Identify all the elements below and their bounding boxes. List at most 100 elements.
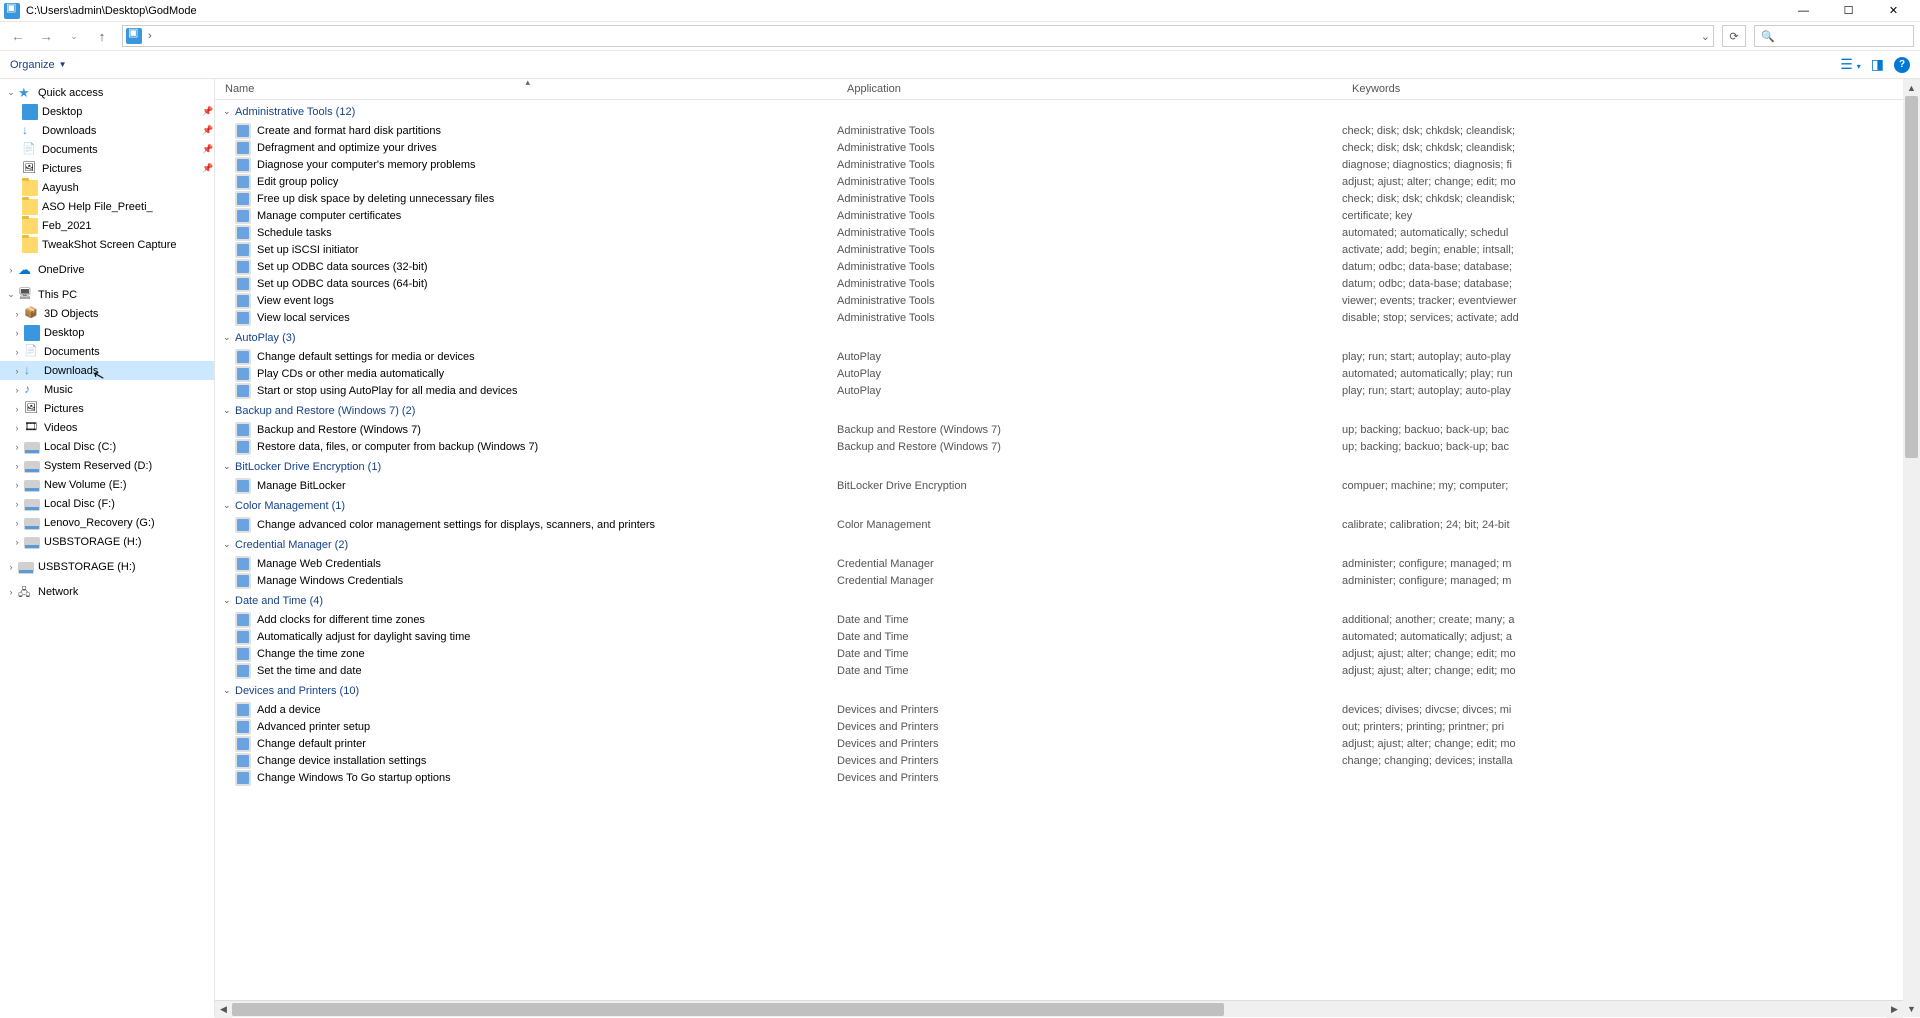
list-item[interactable]: Change default settings for media or dev… xyxy=(215,348,1903,365)
scroll-thumb[interactable] xyxy=(1905,96,1918,458)
expand-icon[interactable]: › xyxy=(10,518,24,528)
expand-icon[interactable]: › xyxy=(10,480,24,490)
tree-item[interactable]: ›New Volume (E:) xyxy=(0,475,214,494)
address-bar[interactable]: › ⌄ xyxy=(122,25,1714,47)
tree-item[interactable]: Feb_2021 xyxy=(0,216,214,235)
expand-icon[interactable]: › xyxy=(10,442,24,452)
tree-item[interactable]: Aayush xyxy=(0,178,214,197)
group-header[interactable]: ⌄Devices and Printers (10) xyxy=(215,680,1903,701)
tree-item[interactable]: ›Lenovo_Recovery (G:) xyxy=(0,513,214,532)
expand-icon[interactable]: ⌄ xyxy=(4,289,18,300)
scroll-left-button[interactable]: ◀ xyxy=(215,1001,232,1018)
tree-network[interactable]: › Network xyxy=(0,582,214,601)
group-header[interactable]: ⌄Color Management (1) xyxy=(215,495,1903,516)
list-item[interactable]: Change advanced color management setting… xyxy=(215,516,1903,533)
tree-item[interactable]: ›Pictures xyxy=(0,399,214,418)
expand-icon[interactable]: › xyxy=(10,404,24,414)
list-item[interactable]: View event logsAdministrative Toolsviewe… xyxy=(215,292,1903,309)
expand-icon[interactable]: › xyxy=(10,309,24,319)
tree-this-pc[interactable]: ⌄ This PC xyxy=(0,285,214,304)
organize-button[interactable]: Organize ▼ xyxy=(10,59,67,71)
list-item[interactable]: Set the time and dateDate and Timeadjust… xyxy=(215,662,1903,679)
tree-usb[interactable]: › USBSTORAGE (H:) xyxy=(0,557,214,576)
list-item[interactable]: Free up disk space by deleting unnecessa… xyxy=(215,190,1903,207)
scroll-down-button[interactable]: ▼ xyxy=(1903,1000,1920,1017)
list-item[interactable]: Change Windows To Go startup optionsDevi… xyxy=(215,769,1903,786)
list-item[interactable]: View local servicesAdministrative Toolsd… xyxy=(215,309,1903,326)
nav-back-button[interactable]: ← xyxy=(6,24,30,48)
list-item[interactable]: Change default printerDevices and Printe… xyxy=(215,735,1903,752)
expand-icon[interactable]: › xyxy=(10,347,24,357)
tree-item[interactable]: Documents📌 xyxy=(0,140,214,159)
expand-icon[interactable]: ⌄ xyxy=(4,87,18,98)
close-button[interactable]: ✕ xyxy=(1871,0,1916,22)
preview-pane-button[interactable]: ◨ xyxy=(1871,56,1884,73)
tree-item[interactable]: ›Desktop xyxy=(0,323,214,342)
list-item[interactable]: Diagnose your computer's memory problems… xyxy=(215,156,1903,173)
group-header[interactable]: ⌄BitLocker Drive Encryption (1) xyxy=(215,456,1903,477)
list-item[interactable]: Schedule tasksAdministrative Toolsautoma… xyxy=(215,224,1903,241)
expand-icon[interactable]: › xyxy=(4,265,18,275)
column-header-name[interactable]: ▴ Name xyxy=(215,83,837,95)
list-item[interactable]: Advanced printer setupDevices and Printe… xyxy=(215,718,1903,735)
expand-icon[interactable]: › xyxy=(4,562,18,572)
nav-up-button[interactable]: ↑ xyxy=(90,24,114,48)
tree-item[interactable]: ›Videos xyxy=(0,418,214,437)
list-item[interactable]: Backup and Restore (Windows 7)Backup and… xyxy=(215,421,1903,438)
group-header[interactable]: ⌄AutoPlay (3) xyxy=(215,327,1903,348)
tree-item[interactable]: ›3D Objects xyxy=(0,304,214,323)
list-item[interactable]: Change device installation settingsDevic… xyxy=(215,752,1903,769)
expand-icon[interactable]: › xyxy=(4,587,18,597)
tree-item[interactable]: ›Local Disc (C:) xyxy=(0,437,214,456)
minimize-button[interactable]: — xyxy=(1781,0,1826,22)
tree-quick-access[interactable]: ⌄ Quick access xyxy=(0,83,214,102)
refresh-button[interactable]: ⟳ xyxy=(1722,25,1746,47)
list-item[interactable]: Manage computer certificatesAdministrati… xyxy=(215,207,1903,224)
tree-item[interactable]: TweakShot Screen Capture xyxy=(0,235,214,254)
list-item[interactable]: Create and format hard disk partitionsAd… xyxy=(215,122,1903,139)
address-dropdown-icon[interactable]: ⌄ xyxy=(1701,30,1710,43)
group-header[interactable]: ⌄Administrative Tools (12) xyxy=(215,101,1903,122)
scroll-thumb[interactable] xyxy=(232,1003,1224,1016)
list-item[interactable]: Change the time zoneDate and Timeadjust;… xyxy=(215,645,1903,662)
column-header-keywords[interactable]: Keywords xyxy=(1342,83,1903,95)
list-item[interactable]: Manage Web CredentialsCredential Manager… xyxy=(215,555,1903,572)
list-item[interactable]: Edit group policyAdministrative Toolsadj… xyxy=(215,173,1903,190)
list-item[interactable]: Set up iSCSI initiatorAdministrative Too… xyxy=(215,241,1903,258)
navigation-tree[interactable]: ⌄ Quick access Desktop📌Downloads📌Documen… xyxy=(0,79,215,1017)
list-item[interactable]: Add clocks for different time zonesDate … xyxy=(215,611,1903,628)
expand-icon[interactable]: › xyxy=(10,385,24,395)
vertical-scrollbar[interactable]: ▲ ▼ xyxy=(1903,79,1920,1017)
group-header[interactable]: ⌄Backup and Restore (Windows 7) (2) xyxy=(215,400,1903,421)
scroll-track[interactable] xyxy=(232,1001,1886,1018)
group-header[interactable]: ⌄Date and Time (4) xyxy=(215,590,1903,611)
scroll-up-button[interactable]: ▲ xyxy=(1903,79,1920,96)
tree-item[interactable]: Downloads📌 xyxy=(0,121,214,140)
help-button[interactable]: ? xyxy=(1894,57,1910,73)
list-item[interactable]: Manage BitLockerBitLocker Drive Encrypti… xyxy=(215,477,1903,494)
tree-item[interactable]: ›USBSTORAGE (H:) xyxy=(0,532,214,551)
list-item[interactable]: Restore data, files, or computer from ba… xyxy=(215,438,1903,455)
horizontal-scrollbar[interactable]: ◀ ▶ xyxy=(215,1000,1903,1017)
list-item[interactable]: Set up ODBC data sources (32-bit)Adminis… xyxy=(215,258,1903,275)
column-header-application[interactable]: Application xyxy=(837,83,1342,95)
list-item[interactable]: Manage Windows CredentialsCredential Man… xyxy=(215,572,1903,589)
expand-icon[interactable]: › xyxy=(10,423,24,433)
tree-item[interactable]: ›Local Disc (F:) xyxy=(0,494,214,513)
tree-onedrive[interactable]: › OneDrive xyxy=(0,260,214,279)
scroll-right-button[interactable]: ▶ xyxy=(1886,1001,1903,1018)
tree-item[interactable]: ASO Help File_Preeti_ xyxy=(0,197,214,216)
item-list[interactable]: ⌄Administrative Tools (12)Create and for… xyxy=(215,100,1903,1000)
expand-icon[interactable]: › xyxy=(10,537,24,547)
list-item[interactable]: Defragment and optimize your drivesAdmin… xyxy=(215,139,1903,156)
view-options-button[interactable]: ☰ ▾ xyxy=(1840,56,1860,73)
expand-icon[interactable]: › xyxy=(10,461,24,471)
maximize-button[interactable]: ☐ xyxy=(1826,0,1871,22)
tree-item[interactable]: ›System Reserved (D:) xyxy=(0,456,214,475)
tree-item[interactable]: ›Downloads xyxy=(0,361,214,380)
list-item[interactable]: Set up ODBC data sources (64-bit)Adminis… xyxy=(215,275,1903,292)
nav-forward-button[interactable]: → xyxy=(34,24,58,48)
list-item[interactable]: Play CDs or other media automaticallyAut… xyxy=(215,365,1903,382)
search-input[interactable]: 🔍 xyxy=(1754,25,1914,47)
list-item[interactable]: Automatically adjust for daylight saving… xyxy=(215,628,1903,645)
